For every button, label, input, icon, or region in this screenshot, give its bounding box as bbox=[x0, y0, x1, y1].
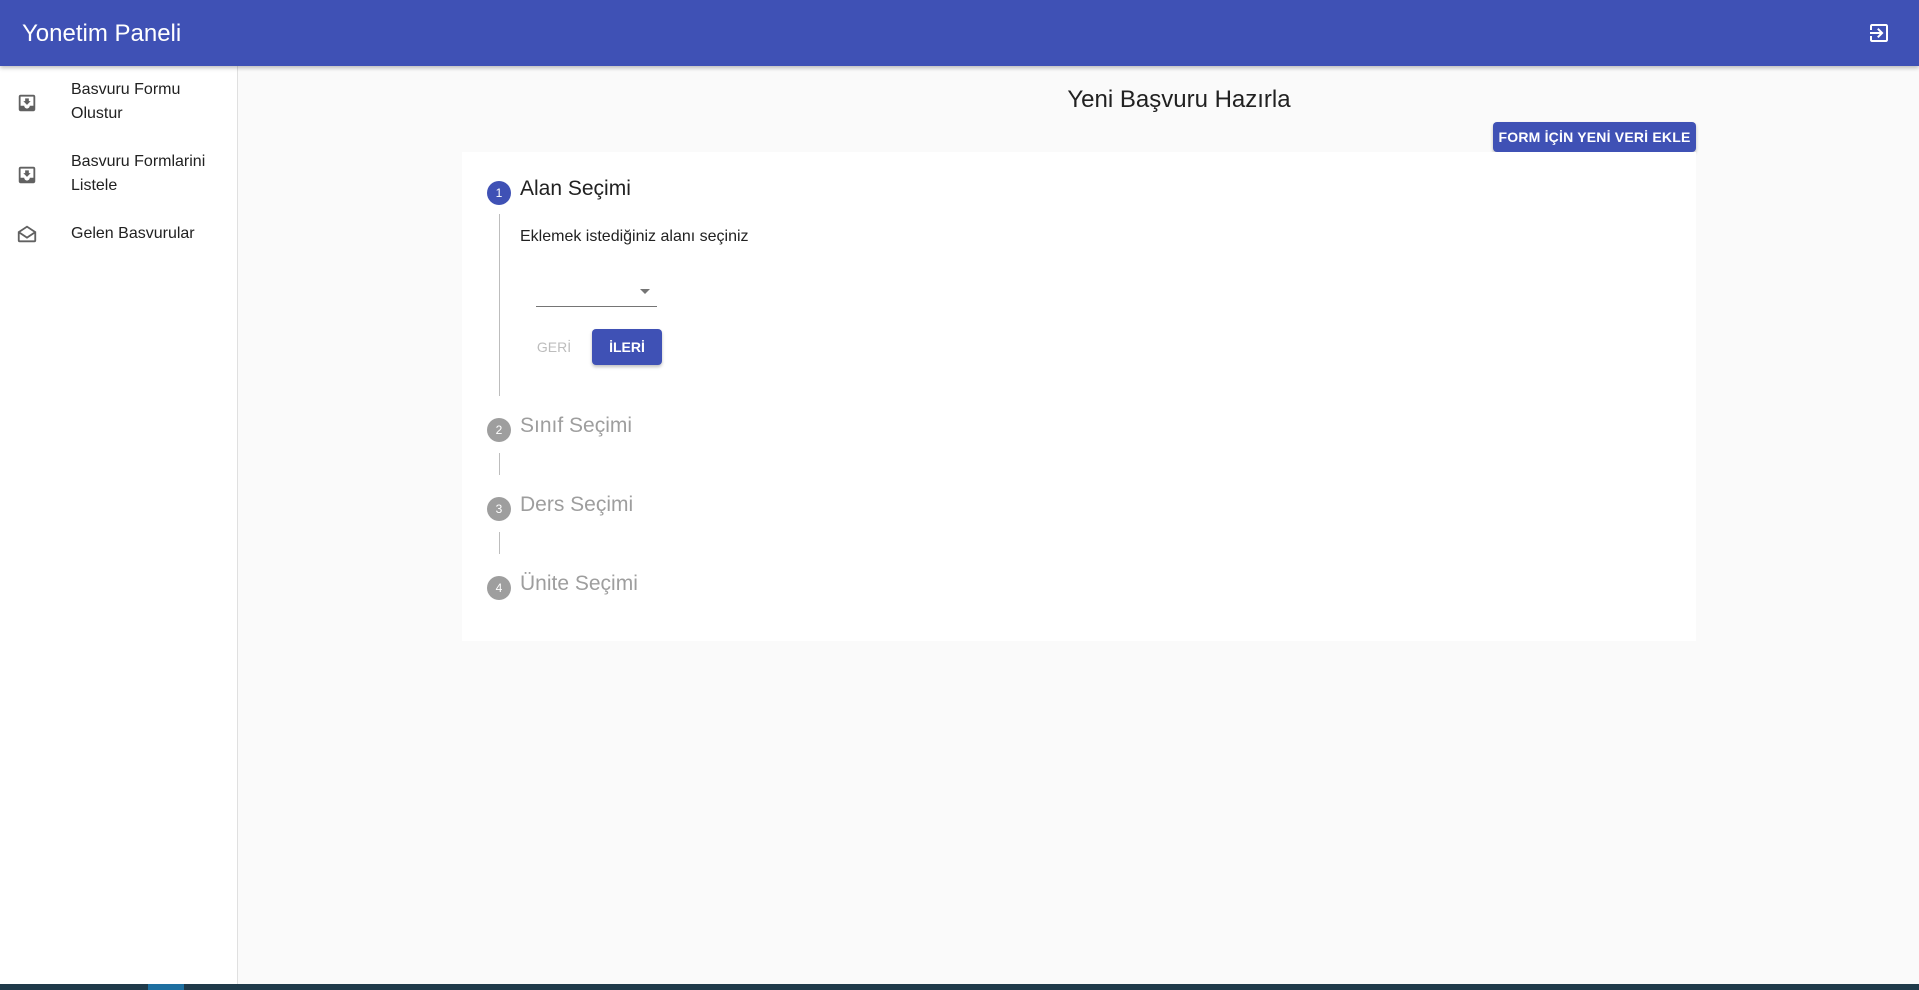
chevron-down-icon bbox=[640, 289, 650, 294]
sidebar-item-basvuru-formlarini-listele[interactable]: Basvuru Formlarini Listele bbox=[0, 150, 238, 198]
app-title: Yonetim Paneli bbox=[22, 20, 182, 47]
alan-select[interactable] bbox=[536, 277, 657, 307]
sidebar-item-label: Basvuru Formlarini Listele bbox=[71, 153, 206, 194]
bottom-bar bbox=[0, 984, 1919, 990]
back-button[interactable]: GERİ bbox=[522, 329, 586, 365]
drafts-icon bbox=[16, 223, 38, 245]
sidebar-item-gelen-basvurular[interactable]: Gelen Basvurular bbox=[0, 222, 238, 258]
step-number-3: 3 bbox=[487, 497, 511, 521]
add-form-data-button[interactable]: FORM İÇİN YENİ VERİ EKLE bbox=[1493, 122, 1696, 152]
move-to-inbox-icon bbox=[16, 164, 38, 186]
app-bar: Yonetim Paneli bbox=[0, 0, 1919, 66]
stepper: 1 Alan Seçimi Eklemek istediğiniz alanı … bbox=[462, 152, 1696, 641]
exit-to-app-icon[interactable] bbox=[1867, 21, 1891, 45]
step-number-1: 1 bbox=[487, 181, 511, 205]
step-label-alan-secimi: Alan Seçimi bbox=[520, 177, 631, 200]
step-label-ders-secimi: Ders Seçimi bbox=[520, 493, 634, 516]
main-content: Yeni Başvuru Hazırla FORM İÇİN YENİ VERİ… bbox=[239, 66, 1919, 984]
sidebar: Basvuru Formu Olustur Basvuru Formlarini… bbox=[0, 66, 238, 984]
step-label-sinif-secimi: Sınıf Seçimi bbox=[520, 414, 633, 437]
step-connector bbox=[499, 532, 500, 554]
step-number-2: 2 bbox=[487, 418, 511, 442]
sidebar-item-label: Gelen Basvurular bbox=[71, 225, 195, 242]
bottom-bar-segment bbox=[148, 984, 184, 990]
step-number-4: 4 bbox=[487, 576, 511, 600]
page-title: Yeni Başvuru Hazırla bbox=[1067, 86, 1291, 113]
step-connector bbox=[499, 214, 500, 396]
sidebar-item-label: Basvuru Formu Olustur bbox=[71, 81, 181, 122]
step-label-unite-secimi: Ünite Seçimi bbox=[520, 572, 638, 595]
step-connector bbox=[499, 453, 500, 475]
move-to-inbox-icon bbox=[16, 92, 38, 114]
next-button[interactable]: İLERİ bbox=[592, 329, 662, 365]
sidebar-item-basvuru-formu-olustur[interactable]: Basvuru Formu Olustur bbox=[0, 78, 238, 126]
step-instruction: Eklemek istediğiniz alanı seçiniz bbox=[520, 228, 749, 245]
